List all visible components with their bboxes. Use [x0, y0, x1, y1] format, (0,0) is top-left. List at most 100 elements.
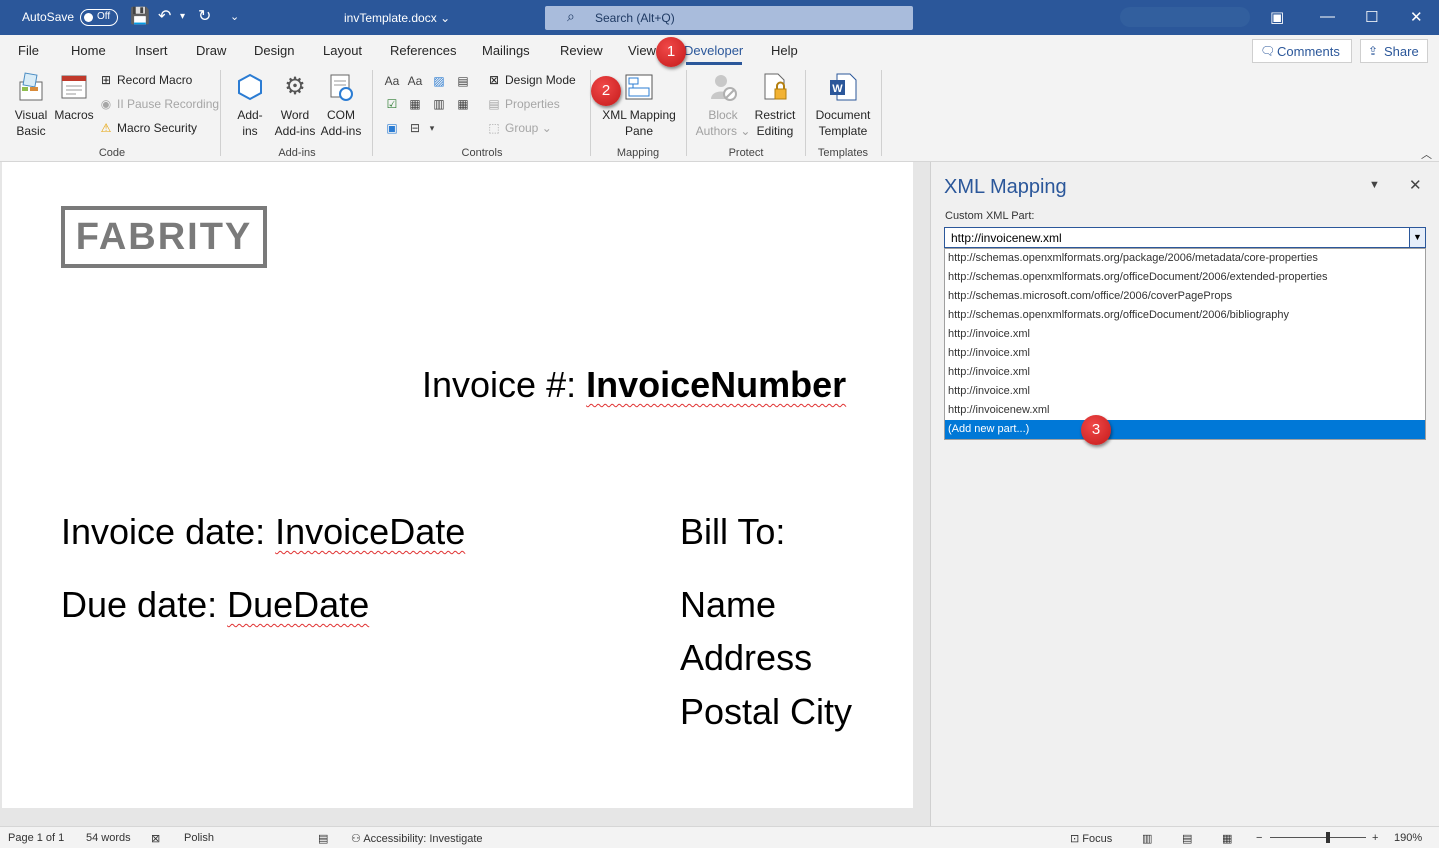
group-button[interactable]: ⬚ Group ⌄ — [486, 121, 551, 135]
document-template-button[interactable]: W Document Template — [812, 71, 874, 139]
maximize-icon[interactable]: ☐ — [1365, 8, 1378, 26]
web-layout-icon[interactable]: ▦ — [1222, 832, 1232, 845]
zoom-slider[interactable] — [1270, 837, 1366, 838]
tab-design[interactable]: Design — [254, 43, 294, 58]
com-add-ins-button[interactable]: COM Add-ins — [318, 71, 364, 139]
zoom-level[interactable]: 190% — [1394, 832, 1422, 844]
visual-basic-icon — [15, 71, 47, 103]
redo-icon[interactable]: ↻ — [198, 7, 211, 27]
zoom-slider-thumb[interactable] — [1326, 832, 1330, 843]
tab-draw[interactable]: Draw — [196, 43, 226, 58]
pause-recording-button[interactable]: ◉ II Pause Recording — [98, 97, 219, 111]
focus-icon: ⊡ — [1070, 833, 1080, 845]
pane-options-icon[interactable]: ▼ — [1369, 179, 1380, 191]
print-layout-icon[interactable]: ▤ — [1182, 832, 1192, 845]
title-bar: AutoSave Off 💾 ↶ ▾ ↻ ⌄ invTemplate.docx … — [0, 0, 1439, 35]
tab-mailings[interactable]: Mailings — [482, 43, 530, 58]
list-item[interactable]: http://schemas.openxmlformats.org/office… — [945, 268, 1425, 287]
tab-view[interactable]: View — [628, 43, 656, 58]
design-mode-button[interactable]: ⊠ Design Mode — [486, 73, 576, 87]
com-add-ins-label-1: COM — [327, 108, 355, 122]
bill-to-name[interactable]: Name — [680, 584, 776, 626]
customize-toolbar-icon[interactable]: ⌄ — [230, 7, 239, 27]
collapse-ribbon-icon[interactable]: ︿ — [1421, 146, 1432, 162]
macros-button[interactable]: Macros — [54, 71, 94, 123]
page-count[interactable]: Page 1 of 1 — [8, 832, 64, 844]
zoom-out-icon[interactable]: − — [1256, 832, 1262, 844]
bill-to-address[interactable]: Address — [680, 637, 812, 679]
list-item[interactable]: http://invoice.xml — [945, 344, 1425, 363]
chevron-down-icon[interactable]: ▾ — [424, 120, 440, 136]
invoice-date-line[interactable]: Invoice date: InvoiceDate — [61, 511, 465, 553]
design-mode-icon: ⊠ — [488, 73, 500, 87]
focus-button[interactable]: ⊡ Focus — [1070, 832, 1112, 845]
date-picker-icon[interactable]: ▦ — [455, 96, 471, 112]
checkbox-control-icon[interactable]: ☑ — [384, 96, 400, 112]
document-title[interactable]: invTemplate.docx ⌄ — [344, 11, 450, 25]
list-item[interactable]: http://invoicenew.xml — [945, 401, 1425, 420]
rich-text-control-icon[interactable]: Aa — [384, 73, 400, 89]
list-item[interactable]: http://invoice.xml — [945, 382, 1425, 401]
tab-home[interactable]: Home — [71, 43, 106, 58]
word-count[interactable]: 54 words — [86, 832, 131, 844]
custom-xml-part-select[interactable]: http://invoicenew.xml ▼ — [944, 227, 1426, 248]
gear-icon: ⚙ — [284, 73, 306, 100]
list-item[interactable]: http://invoice.xml — [945, 363, 1425, 382]
legacy-tools-icon[interactable]: ⊟ — [407, 120, 423, 136]
add-new-part-option[interactable]: (Add new part...) — [945, 420, 1425, 439]
visual-basic-button[interactable]: Visual Basic — [10, 71, 52, 139]
close-window-icon[interactable]: ✕ — [1410, 8, 1423, 26]
add-ins-button[interactable]: Add- ins — [230, 71, 270, 139]
block-authors-button[interactable]: Block Authors ⌄ — [694, 71, 752, 139]
building-block-icon[interactable]: ▤ — [455, 73, 471, 89]
ribbon-display-icon[interactable]: ▣ — [1270, 8, 1284, 26]
macro-recording-icon[interactable]: ▤ — [318, 832, 328, 845]
due-date-line[interactable]: Due date: DueDate — [61, 584, 369, 626]
tab-review[interactable]: Review — [560, 43, 603, 58]
restrict-editing-icon — [759, 71, 791, 103]
macro-security-button[interactable]: ⚠ Macro Security — [98, 121, 197, 135]
restrict-editing-button[interactable]: Restrict Editing — [752, 71, 798, 139]
zoom-in-icon[interactable]: + — [1372, 832, 1378, 844]
record-macro-button[interactable]: ⊞ Record Macro — [98, 73, 192, 87]
invoice-number-line[interactable]: Invoice #: InvoiceNumber — [422, 364, 846, 406]
word-add-ins-button[interactable]: ⚙ Word Add-ins — [272, 71, 318, 139]
language[interactable]: Polish — [184, 832, 214, 844]
comments-button[interactable]: 🗨 Comments — [1252, 39, 1352, 63]
repeating-section-icon[interactable]: ▣ — [384, 120, 400, 136]
close-icon[interactable]: ✕ — [1409, 176, 1422, 194]
tab-references[interactable]: References — [390, 43, 456, 58]
tab-file[interactable]: File — [18, 43, 39, 58]
minimize-icon[interactable]: — — [1320, 8, 1335, 25]
tab-layout[interactable]: Layout — [323, 43, 362, 58]
undo-icon[interactable]: ↶ — [158, 7, 171, 27]
save-icon[interactable]: 💾 — [130, 7, 150, 27]
accessibility-status[interactable]: ⚇ Accessibility: Investigate — [351, 832, 483, 845]
proofing-icon[interactable]: ⊠ — [151, 832, 160, 845]
bill-to-postal-city[interactable]: Postal City — [680, 691, 852, 733]
autosave-toggle[interactable]: Off — [80, 9, 118, 26]
list-item[interactable]: http://schemas.openxmlformats.org/office… — [945, 306, 1425, 325]
tab-insert[interactable]: Insert — [135, 43, 168, 58]
undo-dropdown-icon[interactable]: ▾ — [180, 7, 185, 27]
combo-box-icon[interactable]: ▦ — [407, 96, 423, 112]
share-button[interactable]: ⇪ Share — [1360, 39, 1428, 63]
list-item[interactable]: http://schemas.microsoft.com/office/2006… — [945, 287, 1425, 306]
list-item[interactable]: http://schemas.openxmlformats.org/packag… — [945, 249, 1425, 268]
list-item[interactable]: http://invoice.xml — [945, 325, 1425, 344]
read-mode-icon[interactable]: ▥ — [1142, 832, 1152, 845]
search-box[interactable]: ⌕ Search (Alt+Q) — [545, 6, 913, 30]
properties-button[interactable]: ▤ Properties — [486, 97, 559, 111]
plain-text-control-icon[interactable]: Aa — [407, 73, 423, 89]
tab-help[interactable]: Help — [771, 43, 798, 58]
picture-control-icon[interactable]: ▨ — [431, 73, 447, 89]
invoice-date-field[interactable]: InvoiceDate — [275, 511, 465, 552]
due-date-field[interactable]: DueDate — [227, 584, 369, 625]
step-callout-2: 2 — [591, 76, 621, 106]
invoice-number-field[interactable]: InvoiceNumber — [586, 364, 846, 405]
drop-down-list-icon[interactable]: ▥ — [431, 96, 447, 112]
accessibility-icon: ⚇ — [351, 833, 361, 845]
dropdown-arrow-icon[interactable]: ▼ — [1409, 228, 1425, 247]
account-name[interactable] — [1120, 7, 1250, 27]
tab-developer[interactable]: Developer — [684, 43, 743, 58]
